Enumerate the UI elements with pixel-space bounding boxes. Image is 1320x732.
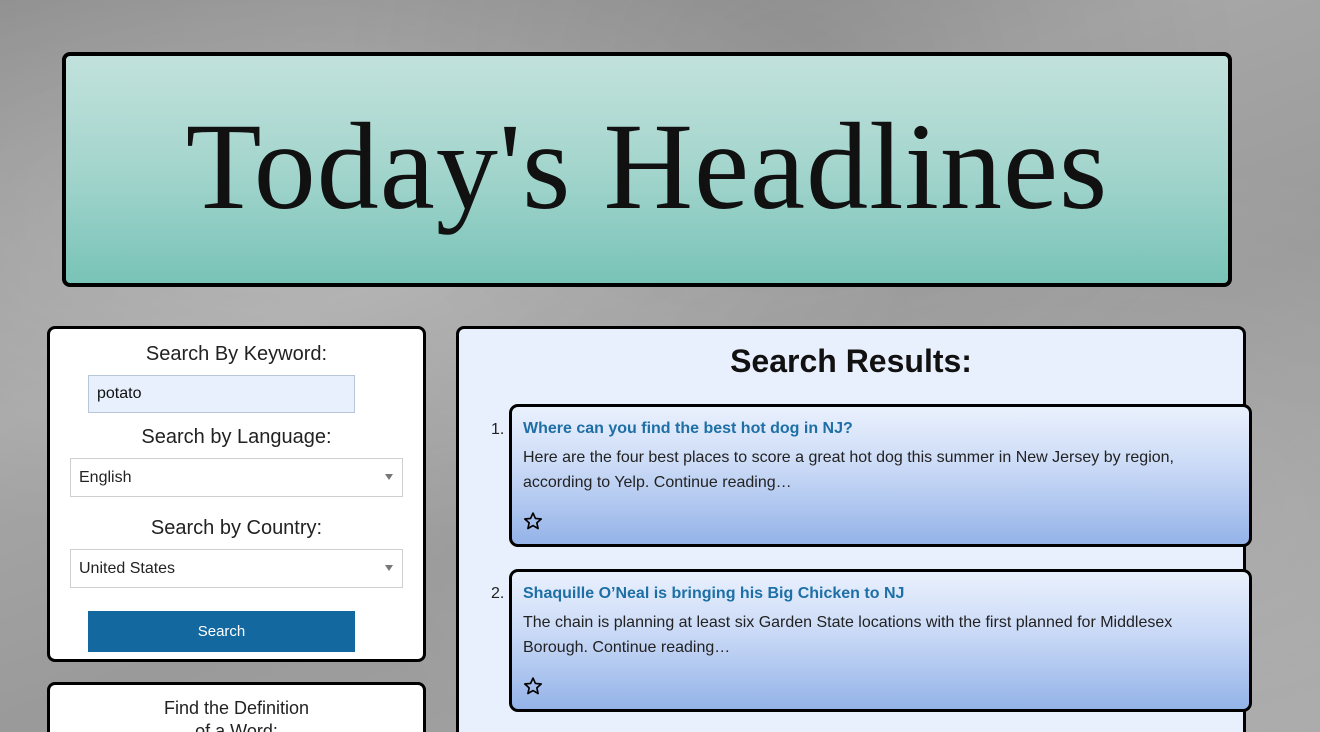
definition-title: Find the Definition of a Word: <box>50 697 423 732</box>
star-outline-icon[interactable] <box>523 511 543 531</box>
result-title-link[interactable]: Shaquille O’Neal is bringing his Big Chi… <box>523 585 904 603</box>
result-number: 1. <box>491 421 505 438</box>
language-select[interactable]: English <box>70 458 403 497</box>
result-card: Shaquille O’Neal is bringing his Big Chi… <box>509 569 1252 712</box>
results-title: Search Results: <box>730 343 972 379</box>
country-select[interactable]: United States <box>70 549 403 588</box>
search-button[interactable]: Search <box>88 611 355 652</box>
result-card: Where can you find the best hot dog in N… <box>509 404 1252 547</box>
header-banner: Today's Headlines <box>62 52 1232 287</box>
result-title-link[interactable]: Where can you find the best hot dog in N… <box>523 420 853 438</box>
star-outline-icon[interactable] <box>523 676 543 696</box>
definition-panel: Find the Definition of a Word: <box>47 682 426 732</box>
result-number: 2. <box>491 585 505 602</box>
language-label: Search by Language: <box>141 426 332 448</box>
keyword-label: Search By Keyword: <box>145 343 328 365</box>
definition-title-line1: Find the Definition <box>163 698 310 718</box>
page-title: Today's Headlines <box>185 97 1109 235</box>
definition-title-line2: of a Word: <box>195 721 278 732</box>
result-description: The chain is planning at least six Garde… <box>523 614 1173 656</box>
country-label: Search by Country: <box>150 517 323 539</box>
keyword-input[interactable] <box>88 375 355 413</box>
country-select-value: United States <box>79 559 176 577</box>
chevron-down-icon <box>385 474 393 480</box>
search-panel: Search By Keyword: Search by Language: E… <box>47 326 426 662</box>
chevron-down-icon <box>385 565 393 571</box>
language-select-value: English <box>79 468 132 486</box>
result-description: Here are the four best places to score a… <box>523 449 1174 491</box>
